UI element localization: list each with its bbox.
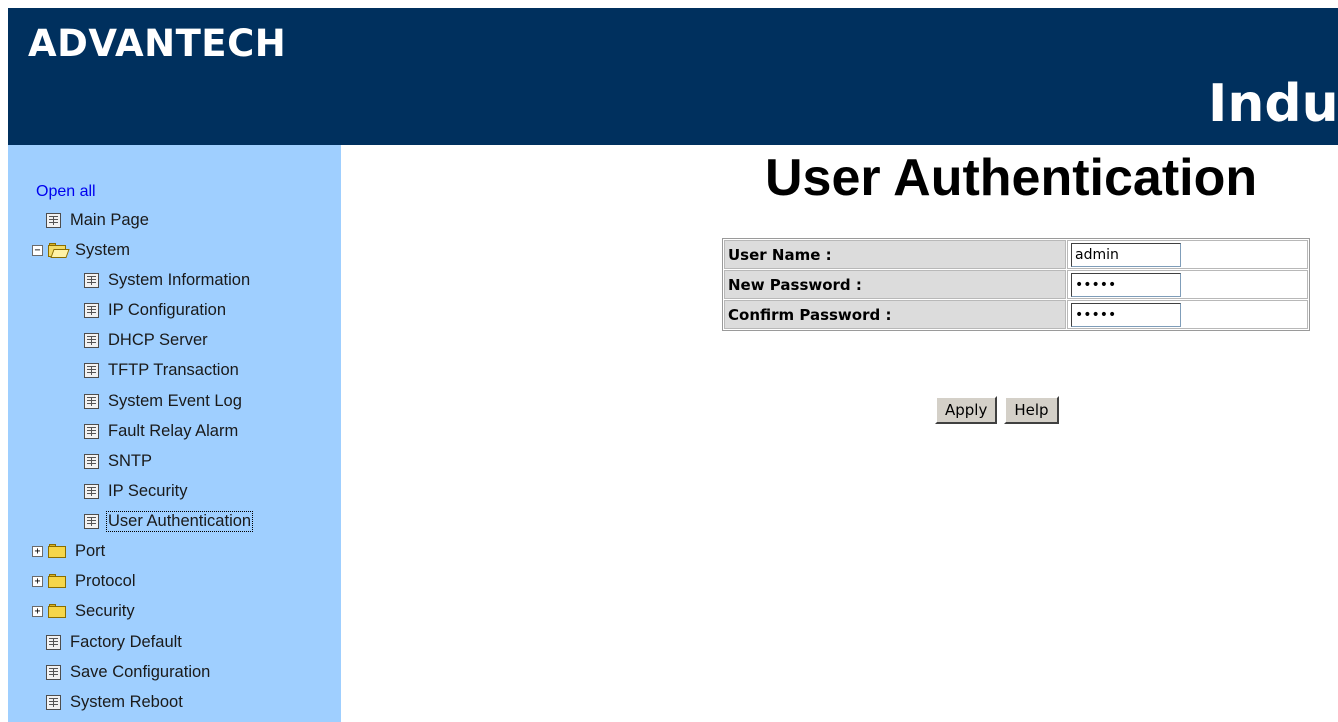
new-password-label: New Password : [724, 270, 1066, 299]
sidebar-item-fault-relay-alarm[interactable]: Fault Relay Alarm [84, 419, 239, 443]
banner-text: Indu [1208, 74, 1338, 134]
expand-toggle-icon[interactable]: + [32, 545, 43, 557]
page-icon [84, 362, 99, 378]
user-auth-form-table: User Name : New Password : Confirm Passw… [722, 238, 1310, 331]
form-row-user-name: User Name : [724, 240, 1308, 269]
sidebar-item-main-page[interactable]: Main Page [46, 208, 150, 232]
sidebar-item-ip-configuration[interactable]: IP Configuration [84, 298, 227, 322]
sidebar-item-label: Security [75, 601, 135, 620]
page-icon [84, 423, 99, 439]
page-icon [84, 272, 99, 288]
sidebar-item-label: IP Configuration [108, 300, 227, 319]
sidebar-item-ip-security[interactable]: IP Security [84, 479, 188, 503]
advantech-logo: ADVANTECH [28, 22, 287, 65]
sidebar-item-dhcp-server[interactable]: DHCP Server [84, 328, 209, 352]
folder-icon [48, 604, 66, 618]
sidebar-item-protocol[interactable]: + Protocol [32, 569, 137, 593]
new-password-cell [1067, 270, 1308, 299]
page-icon [84, 302, 99, 318]
sidebar-item-tftp-transaction[interactable]: TFTP Transaction [84, 358, 240, 382]
sidebar-item-label: System Event Log [108, 391, 242, 410]
sidebar-item-label: Main Page [70, 210, 149, 229]
new-password-input[interactable] [1071, 272, 1181, 297]
sidebar-item-label: Factory Default [70, 632, 182, 651]
expand-toggle-icon[interactable]: + [32, 575, 43, 587]
sidebar-item-label: IP Security [108, 481, 188, 500]
sidebar-item-system-event-log[interactable]: System Event Log [84, 389, 243, 413]
confirm-password-label: Confirm Password : [724, 300, 1066, 329]
sidebar-item-label: System [75, 240, 131, 259]
sidebar-item-label: Save Configuration [70, 662, 211, 681]
form-row-new-password: New Password : [724, 270, 1308, 299]
sidebar-item-label: Port [75, 541, 106, 560]
header-banner: ADVANTECH Indu [8, 8, 1338, 145]
sidebar-item-label: System Reboot [70, 692, 183, 711]
help-button[interactable]: Help [1004, 396, 1059, 424]
page-icon [84, 332, 99, 348]
user-name-input[interactable] [1071, 242, 1181, 267]
apply-button[interactable]: Apply [935, 396, 998, 424]
sidebar-item-label: System Information [108, 270, 251, 289]
form-buttons: Apply Help [935, 396, 1059, 424]
user-name-label: User Name : [724, 240, 1066, 269]
folder-icon [48, 574, 66, 588]
page-title: User Authentication [765, 149, 1258, 207]
sidebar-item-label: DHCP Server [108, 330, 208, 349]
page-icon [84, 513, 99, 529]
expand-toggle-icon[interactable]: + [32, 605, 43, 617]
sidebar-item-system-reboot[interactable]: System Reboot [46, 690, 184, 714]
sidebar-tree: Open all Main Page − System System Infor… [8, 145, 341, 722]
page-icon [46, 694, 61, 710]
sidebar-item-label: Protocol [75, 571, 136, 590]
sidebar-item-system[interactable]: − System [32, 238, 131, 262]
sidebar-item-save-configuration[interactable]: Save Configuration [46, 660, 211, 684]
confirm-password-input[interactable] [1071, 302, 1181, 327]
form-row-confirm-password: Confirm Password : [724, 300, 1308, 329]
collapse-toggle-icon[interactable]: − [32, 244, 43, 256]
sidebar-item-port[interactable]: + Port [32, 539, 106, 563]
sidebar-item-label: Fault Relay Alarm [108, 421, 239, 440]
confirm-password-cell [1067, 300, 1308, 329]
sidebar-item-user-authentication[interactable]: User Authentication [84, 509, 254, 533]
page-icon [46, 212, 61, 228]
page-icon [84, 393, 99, 409]
page-icon [46, 664, 61, 680]
sidebar-item-label: User Authentication [105, 510, 254, 532]
folder-open-icon [48, 243, 66, 257]
sidebar-item-label: SNTP [108, 451, 153, 470]
page-icon [46, 634, 61, 650]
sidebar-item-factory-default[interactable]: Factory Default [46, 630, 183, 654]
sidebar-item-system-information[interactable]: System Information [84, 268, 251, 292]
page-icon [84, 453, 99, 469]
page-icon [84, 483, 99, 499]
sidebar-item-sntp[interactable]: SNTP [84, 449, 153, 473]
folder-icon [48, 544, 66, 558]
sidebar-item-security[interactable]: + Security [32, 599, 136, 623]
sidebar-item-label: TFTP Transaction [108, 360, 239, 379]
open-all-link[interactable]: Open all [36, 183, 96, 201]
user-name-cell [1067, 240, 1308, 269]
